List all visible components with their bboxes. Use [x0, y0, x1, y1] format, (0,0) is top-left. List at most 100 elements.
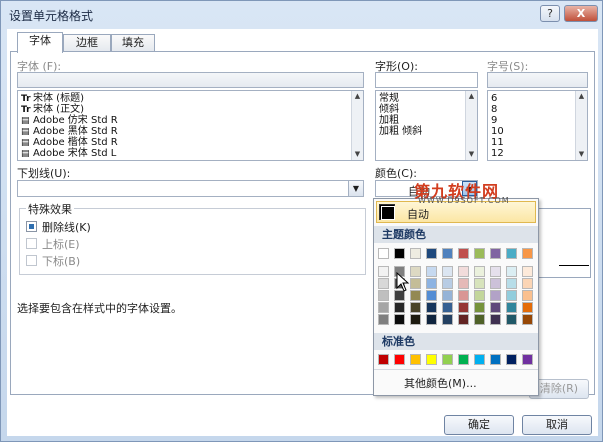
font-list-scrollbar[interactable]: ▲ ▼ [351, 91, 363, 160]
theme-shade-swatch[interactable] [490, 290, 501, 301]
style-list-scrollbar[interactable]: ▲ ▼ [465, 91, 477, 160]
strikethrough-checkbox[interactable] [26, 221, 37, 232]
tab-border[interactable]: 边框 [63, 34, 111, 52]
list-item[interactable]: 倾斜 [376, 104, 477, 115]
scroll-up-icon[interactable]: ▲ [466, 91, 477, 102]
cancel-button[interactable]: 取消 [522, 415, 592, 435]
theme-shade-swatch[interactable] [522, 314, 533, 325]
theme-shade-swatch[interactable] [426, 290, 437, 301]
theme-shade-swatch[interactable] [410, 302, 421, 313]
help-button[interactable]: ? [540, 5, 560, 22]
list-item[interactable]: Tr 宋体 (正文) [18, 104, 363, 115]
list-item[interactable]: 11 [488, 137, 587, 148]
list-item[interactable]: 6 [488, 93, 587, 104]
list-item[interactable]: ▤ Adobe 宋体 Std L [18, 148, 363, 159]
theme-shade-swatch[interactable] [490, 278, 501, 289]
scroll-down-icon[interactable]: ▼ [466, 149, 477, 160]
theme-shade-swatch[interactable] [490, 302, 501, 313]
superscript-checkbox[interactable] [26, 238, 37, 249]
size-list-scrollbar[interactable]: ▲ ▼ [575, 91, 587, 160]
theme-shade-swatch[interactable] [474, 302, 485, 313]
list-item[interactable]: ▤ Adobe 仿宋 Std R [18, 115, 363, 126]
theme-shade-swatch[interactable] [378, 290, 389, 301]
list-item[interactable]: 常规 [376, 93, 477, 104]
list-item[interactable]: ▤ Adobe 楷体 Std R [18, 137, 363, 148]
theme-shade-swatch[interactable] [490, 314, 501, 325]
list-item[interactable]: 10 [488, 126, 587, 137]
theme-color-swatch[interactable] [522, 248, 533, 259]
list-item[interactable]: Tr 宋体 (标题) [18, 93, 363, 104]
theme-shade-swatch[interactable] [474, 314, 485, 325]
theme-color-swatch[interactable] [410, 248, 421, 259]
theme-shade-swatch[interactable] [522, 302, 533, 313]
theme-shade-swatch[interactable] [410, 314, 421, 325]
list-item[interactable]: 8 [488, 104, 587, 115]
scroll-down-icon[interactable]: ▼ [576, 149, 587, 160]
theme-color-swatch[interactable] [474, 248, 485, 259]
theme-shade-swatch[interactable] [378, 314, 389, 325]
tab-font[interactable]: 字体 [17, 32, 63, 53]
theme-shade-swatch[interactable] [394, 314, 405, 325]
theme-shade-swatch[interactable] [474, 278, 485, 289]
theme-shade-swatch[interactable] [442, 266, 453, 277]
theme-shade-swatch[interactable] [378, 278, 389, 289]
standard-color-swatch[interactable] [506, 354, 517, 365]
theme-shade-swatch[interactable] [442, 278, 453, 289]
standard-color-swatch[interactable] [378, 354, 389, 365]
ok-button[interactable]: 确定 [444, 415, 514, 435]
theme-shade-swatch[interactable] [506, 302, 517, 313]
theme-shade-swatch[interactable] [442, 290, 453, 301]
font-list[interactable]: Tr 宋体 (标题) Tr 宋体 (正文) ▤ Adobe 仿宋 Std R ▤ Ado… [17, 90, 364, 161]
theme-shade-swatch[interactable] [458, 278, 469, 289]
theme-color-swatch[interactable] [394, 248, 405, 259]
scroll-down-icon[interactable]: ▼ [352, 149, 363, 160]
standard-color-swatch[interactable] [458, 354, 469, 365]
list-item[interactable]: 12 [488, 148, 587, 159]
chevron-down-icon[interactable]: ▼ [348, 181, 363, 196]
more-colors-option[interactable]: 其他颜色(M)... [374, 369, 538, 393]
theme-shade-swatch[interactable] [506, 266, 517, 277]
theme-shade-swatch[interactable] [522, 278, 533, 289]
font-style-input[interactable] [375, 72, 478, 88]
theme-shade-swatch[interactable] [506, 278, 517, 289]
theme-color-swatch[interactable] [458, 248, 469, 259]
tab-fill[interactable]: 填充 [111, 34, 155, 52]
theme-shade-swatch[interactable] [426, 266, 437, 277]
theme-shade-swatch[interactable] [410, 278, 421, 289]
theme-shade-swatch[interactable] [522, 266, 533, 277]
standard-color-swatch[interactable] [426, 354, 437, 365]
theme-shade-swatch[interactable] [426, 278, 437, 289]
theme-shade-swatch[interactable] [378, 266, 389, 277]
list-item[interactable]: ▤ Adobe 黑体 Std R [18, 126, 363, 137]
font-size-input[interactable] [487, 72, 588, 88]
close-button[interactable]: X [564, 5, 598, 22]
theme-shade-swatch[interactable] [458, 314, 469, 325]
theme-shade-swatch[interactable] [474, 266, 485, 277]
font-name-input[interactable] [17, 72, 364, 88]
theme-shade-swatch[interactable] [506, 314, 517, 325]
theme-shade-swatch[interactable] [506, 290, 517, 301]
standard-color-swatch[interactable] [442, 354, 453, 365]
list-item[interactable]: 加粗 [376, 115, 477, 126]
theme-color-swatch[interactable] [426, 248, 437, 259]
theme-shade-swatch[interactable] [442, 302, 453, 313]
list-item[interactable]: 9 [488, 115, 587, 126]
underline-dropdown[interactable]: ▼ [17, 180, 364, 197]
scroll-up-icon[interactable]: ▲ [352, 91, 363, 102]
theme-shade-swatch[interactable] [426, 302, 437, 313]
theme-color-swatch[interactable] [506, 248, 517, 259]
standard-color-swatch[interactable] [410, 354, 421, 365]
subscript-checkbox[interactable] [26, 255, 37, 266]
scroll-up-icon[interactable]: ▲ [576, 91, 587, 102]
theme-shade-swatch[interactable] [442, 314, 453, 325]
standard-color-swatch[interactable] [394, 354, 405, 365]
theme-color-swatch[interactable] [378, 248, 389, 259]
theme-shade-swatch[interactable] [458, 302, 469, 313]
standard-color-swatch[interactable] [522, 354, 533, 365]
theme-shade-swatch[interactable] [458, 290, 469, 301]
font-size-list[interactable]: 6 8 9 10 11 12 ▲ ▼ [487, 90, 588, 161]
theme-shade-swatch[interactable] [426, 314, 437, 325]
theme-shade-swatch[interactable] [394, 302, 405, 313]
theme-shade-swatch[interactable] [522, 290, 533, 301]
theme-shade-swatch[interactable] [410, 266, 421, 277]
